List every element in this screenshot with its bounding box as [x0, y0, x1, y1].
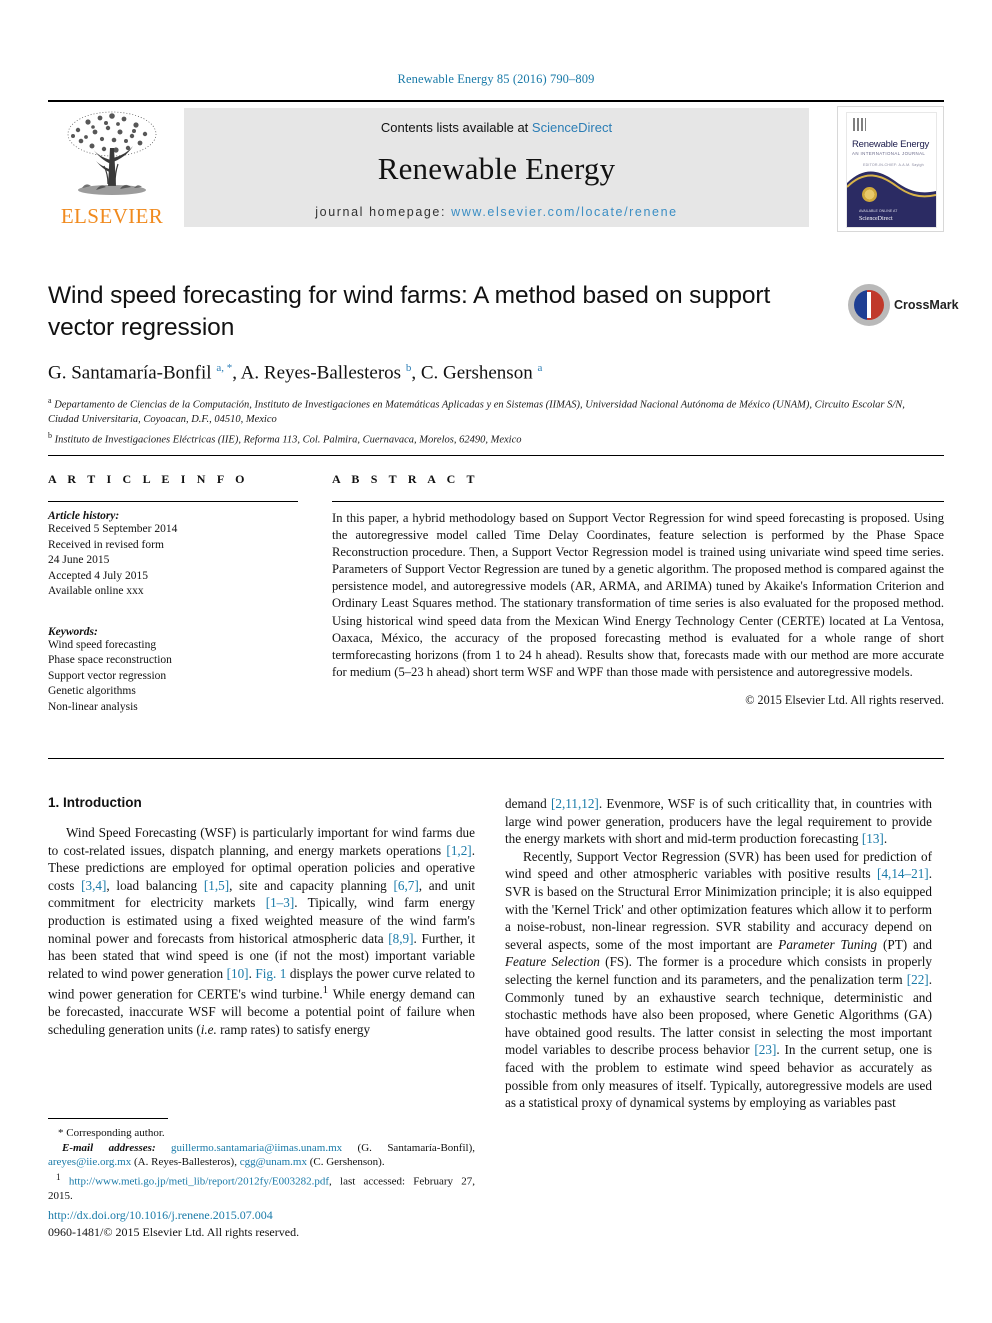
cover-subtitle: AN INTERNATIONAL JOURNAL: [852, 151, 926, 156]
elsevier-tree-icon: [67, 111, 157, 195]
footnote-url: 1 http://www.meti.go.jp/meti_lib/report/…: [48, 1171, 476, 1203]
crossmark-label: CrossMark: [894, 298, 959, 312]
keywords-block: Keywords: Wind speed forecasting Phase s…: [48, 626, 298, 716]
cover-seal-icon: [862, 187, 877, 202]
history-line: Received 5 September 2014: [48, 523, 178, 535]
footnotes-block: * Corresponding author. E-mail addresses…: [48, 1118, 475, 1204]
affiliation-a: a Departamento de Ciencias de la Computa…: [48, 396, 905, 426]
footnote-emails: E-mail addresses: guillermo.santamaria@i…: [48, 1141, 475, 1169]
keywords-label: Keywords:: [48, 625, 98, 638]
cover-title: Renewable Energy: [852, 139, 930, 150]
journal-banner: ELSEVIER Contents lists available at Sci…: [48, 100, 944, 233]
info-divider-bottom: [48, 758, 944, 759]
journal-homepage-line: journal homepage: www.elsevier.com/locat…: [184, 205, 809, 219]
running-head: Renewable Energy 85 (2016) 790–809: [397, 72, 595, 86]
body-column-right: demand [2,11,12]. Evenmore, WSF is of su…: [505, 795, 932, 1112]
history-line: Received in revised form: [48, 538, 164, 551]
contents-available-line: Contents lists available at ScienceDirec…: [184, 120, 809, 135]
footnote-corresponding-author: * Corresponding author.: [58, 1127, 165, 1139]
info-divider-top: [48, 455, 944, 456]
cover-footer-small: AVAILABLE ONLINE AT: [859, 209, 898, 213]
footnote-rule: [48, 1118, 168, 1119]
keyword-item: Support vector regression: [48, 669, 167, 682]
abstract-column: A B S T R A C T In this paper, a hybrid …: [332, 472, 944, 708]
cover-footer-brand: ScienceDirect: [859, 216, 893, 222]
body-column-left: 1. Introduction Wind Speed Forecasting (…: [48, 795, 475, 1039]
page-title: Wind speed forecasting for wind farms: A…: [48, 282, 771, 341]
intro-paragraph-left: Wind Speed Forecasting (WSF) is particul…: [48, 825, 476, 1037]
cover-qr-icon: [853, 118, 866, 131]
keyword-item: Phase space reconstruction: [48, 654, 172, 666]
issn-copyright: 0960-1481/© 2015 Elsevier Ltd. All right…: [48, 1225, 300, 1239]
doi-link[interactable]: http://dx.doi.org/10.1016/j.renene.2015.…: [48, 1208, 548, 1223]
keyword-item: Genetic algorithms: [48, 685, 136, 697]
history-line: Accepted 4 July 2015: [48, 569, 148, 582]
journal-title: Renewable Energy: [377, 151, 616, 186]
abstract-text: In this paper, a hybrid methodology base…: [332, 511, 944, 679]
homepage-prefix: journal homepage:: [315, 205, 452, 219]
contents-prefix: Contents lists available at: [380, 120, 532, 135]
intro-paragraph-right-2: Recently, Support Vector Regression (SVR…: [505, 848, 933, 1111]
article-info-column: A R T I C L E I N F O Article history: R…: [48, 472, 298, 715]
affiliation-b: b Instituto de Investigaciones Eléctrica…: [48, 430, 522, 446]
homepage-url-link[interactable]: www.elsevier.com/locate/renene: [451, 205, 678, 219]
elsevier-logo: ELSEVIER: [48, 108, 176, 233]
journal-cover-thumbnail: Renewable Energy AN INTERNATIONAL JOURNA…: [837, 106, 944, 232]
history-line: 24 June 2015: [48, 554, 110, 566]
article-info-rule: [48, 501, 298, 502]
keyword-item: Wind speed forecasting: [48, 638, 157, 651]
author-list: G. Santamaría-Bonfil a, *, A. Reyes-Ball…: [48, 362, 543, 384]
affiliation-b-text: Instituto de Investigaciones Eléctricas …: [54, 434, 522, 446]
keyword-item: Non-linear analysis: [48, 700, 138, 713]
affiliation-a-text: Departamento de Ciencias de la Computaci…: [48, 399, 905, 426]
crossmark-badge[interactable]: CrossMark: [848, 284, 959, 328]
elsevier-wordmark: ELSEVIER: [60, 204, 164, 228]
article-history-label: Article history:: [48, 510, 120, 522]
sciencedirect-link[interactable]: ScienceDirect: [532, 120, 612, 135]
abstract-heading: A B S T R A C T: [332, 472, 479, 486]
journal-header-box: Contents lists available at ScienceDirec…: [184, 108, 809, 227]
intro-paragraph-right-1: demand [2,11,12]. Evenmore, WSF is of su…: [505, 796, 932, 847]
crossmark-icon: [848, 284, 890, 326]
title-block: Wind speed forecasting for wind farms: A…: [48, 280, 959, 448]
footer-doi-block: http://dx.doi.org/10.1016/j.renene.2015.…: [48, 1208, 548, 1240]
article-info-heading: A R T I C L E I N F O: [48, 472, 249, 486]
section-heading-introduction: 1. Introduction: [48, 795, 142, 810]
abstract-rule: [332, 501, 944, 502]
abstract-copyright: © 2015 Elsevier Ltd. All rights reserved…: [745, 692, 944, 707]
article-history-list: Received 5 September 2014 Received in re…: [48, 522, 298, 600]
paper-page: Renewable Energy 85 (2016) 790–809 ELSEV…: [0, 0, 992, 1323]
history-line: Available online xxx: [48, 585, 144, 597]
